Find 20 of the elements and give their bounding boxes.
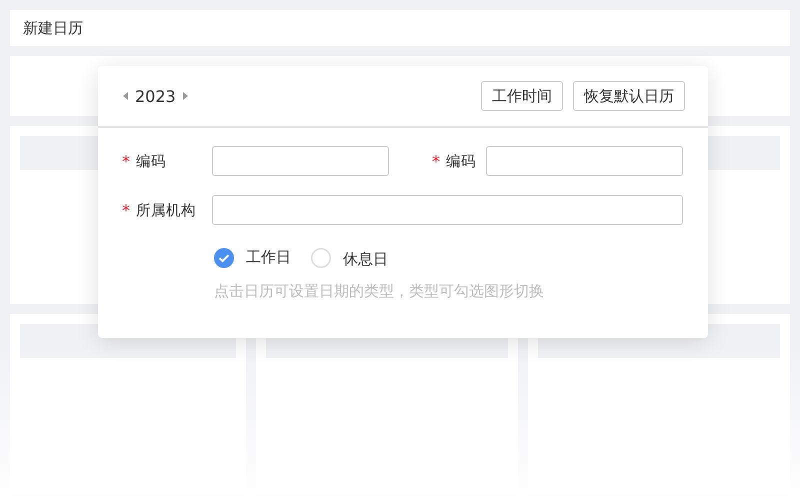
radio-option[interactable]: 工作日 (214, 248, 291, 268)
caret-left-icon (122, 91, 129, 101)
previous-year-button[interactable] (122, 91, 129, 101)
field-label: 编码 (136, 152, 166, 170)
input-field[interactable] (212, 195, 683, 225)
required-mark: * (122, 200, 130, 220)
page-title: 新建日历 (23, 18, 83, 38)
year-label: 2023 (135, 86, 176, 106)
hint-text: 点击日历可设置日期的类型，类型可勾选图形切换 (214, 282, 545, 301)
input-field[interactable] (486, 146, 683, 176)
input-field[interactable] (212, 146, 389, 176)
next-year-button[interactable] (182, 91, 189, 101)
caret-right-icon (182, 91, 189, 101)
required-mark: * (432, 152, 440, 170)
toolbar-button[interactable]: 恢复默认日历 (573, 81, 685, 111)
radio-option[interactable]: 休息日 (311, 246, 388, 269)
field-label: 编码 (446, 152, 476, 170)
toolbar-button[interactable]: 工作时间 (481, 81, 563, 111)
required-mark: * (122, 152, 130, 170)
field-label: 所属机构 (136, 202, 196, 220)
